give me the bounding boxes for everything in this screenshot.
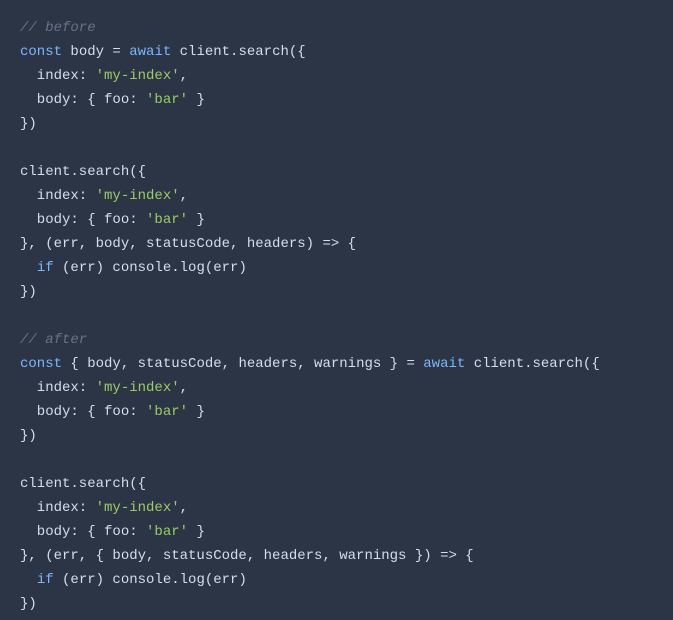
- code-token: ,: [180, 380, 188, 396]
- code-line: }): [20, 280, 653, 304]
- code-token: }: [188, 404, 205, 420]
- code-token: client.search({: [171, 44, 305, 60]
- code-token: 'my-index': [96, 188, 180, 204]
- code-line: }): [20, 592, 653, 616]
- code-token: 'bar': [146, 92, 188, 108]
- code-line: body: { foo: 'bar' }: [20, 88, 653, 112]
- code-token: 'bar': [146, 524, 188, 540]
- code-token: // before: [20, 20, 96, 36]
- code-line: const { body, statusCode, headers, warni…: [20, 352, 653, 376]
- code-token: 'my-index': [96, 380, 180, 396]
- code-token: body: { foo:: [20, 404, 146, 420]
- code-token: body: { foo:: [20, 212, 146, 228]
- code-line: index: 'my-index',: [20, 376, 653, 400]
- code-line: index: 'my-index',: [20, 64, 653, 88]
- code-line: // before: [20, 16, 653, 40]
- code-token: const: [20, 44, 62, 60]
- code-token: }: [188, 92, 205, 108]
- code-line: [20, 304, 653, 328]
- code-token: if: [37, 572, 54, 588]
- code-line: body: { foo: 'bar' }: [20, 520, 653, 544]
- code-token: }: [188, 524, 205, 540]
- code-token: }): [20, 596, 37, 612]
- code-token: index:: [20, 380, 96, 396]
- code-token: body: { foo:: [20, 524, 146, 540]
- code-token: }: [188, 212, 205, 228]
- code-token: 'my-index': [96, 68, 180, 84]
- code-token: ,: [180, 68, 188, 84]
- code-line: }, (err, { body, statusCode, headers, wa…: [20, 544, 653, 568]
- code-token: // after: [20, 332, 87, 348]
- code-token: index:: [20, 500, 96, 516]
- code-token: client.search({: [20, 164, 146, 180]
- code-line: [20, 136, 653, 160]
- code-token: { body, statusCode, headers, warnings } …: [62, 356, 423, 372]
- code-token: await: [129, 44, 171, 60]
- code-token: [20, 572, 37, 588]
- code-token: ,: [180, 188, 188, 204]
- code-token: ,: [180, 500, 188, 516]
- code-line: const body = await client.search({: [20, 40, 653, 64]
- code-block: // before const body = await client.searc…: [20, 16, 653, 616]
- code-line: index: 'my-index',: [20, 184, 653, 208]
- code-token: (err) console.log(err): [54, 572, 247, 588]
- code-token: index:: [20, 68, 96, 84]
- code-token: client.search({: [20, 476, 146, 492]
- code-line: index: 'my-index',: [20, 496, 653, 520]
- code-line: }, (err, body, statusCode, headers) => {: [20, 232, 653, 256]
- code-token: index:: [20, 188, 96, 204]
- code-line: if (err) console.log(err): [20, 568, 653, 592]
- code-token: }, (err, { body, statusCode, headers, wa…: [20, 548, 474, 564]
- code-line: [20, 448, 653, 472]
- code-token: }, (err, body, statusCode, headers) => {: [20, 236, 356, 252]
- code-token: 'my-index': [96, 500, 180, 516]
- code-token: [20, 260, 37, 276]
- code-token: body: { foo:: [20, 92, 146, 108]
- code-token: }): [20, 116, 37, 132]
- code-token: client.search({: [465, 356, 599, 372]
- code-line: }): [20, 424, 653, 448]
- code-token: if: [37, 260, 54, 276]
- code-line: }): [20, 112, 653, 136]
- code-token: const: [20, 356, 62, 372]
- code-line: client.search({: [20, 160, 653, 184]
- code-token: 'bar': [146, 212, 188, 228]
- code-line: client.search({: [20, 472, 653, 496]
- code-token: }): [20, 284, 37, 300]
- code-token: await: [423, 356, 465, 372]
- code-line: body: { foo: 'bar' }: [20, 208, 653, 232]
- code-token: 'bar': [146, 404, 188, 420]
- code-token: (err) console.log(err): [54, 260, 247, 276]
- code-token: }): [20, 428, 37, 444]
- code-token: body =: [62, 44, 129, 60]
- code-line: body: { foo: 'bar' }: [20, 400, 653, 424]
- code-line: if (err) console.log(err): [20, 256, 653, 280]
- code-line: // after: [20, 328, 653, 352]
